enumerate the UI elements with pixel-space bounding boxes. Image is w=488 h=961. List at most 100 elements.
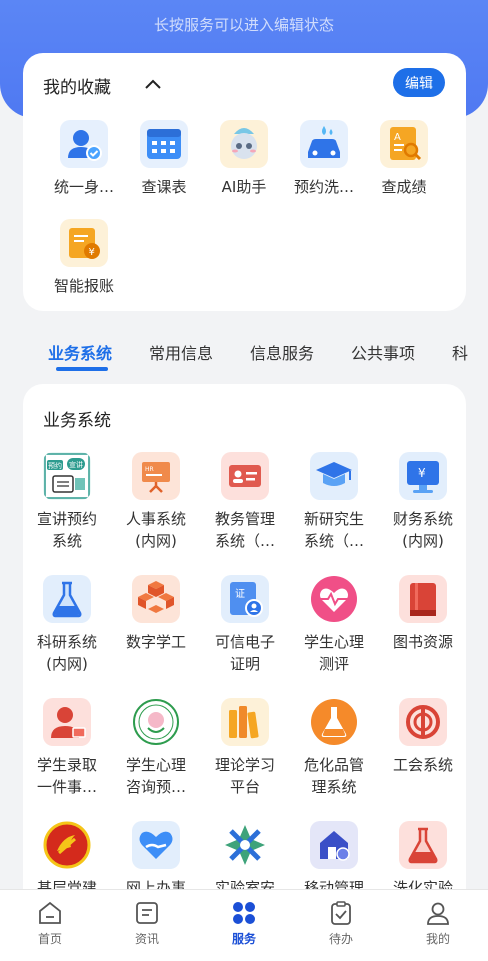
service-item[interactable]: 网上办事 — [116, 821, 196, 899]
service-item[interactable]: 新研究生 系统（… — [294, 452, 374, 552]
nav-label: 待办 — [328, 932, 353, 946]
calendar-grid-icon — [140, 120, 188, 168]
test-flask-icon — [399, 821, 447, 869]
favorite-label: 预约洗… — [293, 178, 354, 196]
home-icon — [39, 901, 61, 924]
nav-todo[interactable]: 待办 — [311, 900, 371, 947]
service-label: 图书资源 — [392, 633, 453, 651]
service-label: 财务系统 (内网) — [392, 510, 453, 550]
union-emblem-icon — [399, 698, 447, 746]
hr-board-icon: HR — [132, 452, 180, 500]
party-emblem-icon — [43, 821, 91, 869]
nav-label: 资讯 — [134, 932, 159, 946]
favorite-label: AI助手 — [221, 178, 267, 196]
service-item[interactable]: 实验室安 — [205, 821, 285, 899]
service-item[interactable]: 数字学工 — [116, 575, 196, 653]
lab-safety-icon — [221, 821, 269, 869]
service-item[interactable]: 危化品管 理系统 — [294, 698, 374, 798]
svg-text:预约: 预约 — [48, 461, 62, 470]
service-label: 理论学习 平台 — [214, 756, 275, 796]
service-label: 数字学工 — [125, 633, 186, 651]
svg-text:¥: ¥ — [89, 247, 95, 258]
tab-public-affairs[interactable]: 公共事项 — [351, 340, 415, 364]
favorite-label: 智能报账 — [53, 277, 114, 295]
service-item[interactable]: 科研系统 (内网) — [27, 575, 107, 675]
svg-text:HR: HR — [145, 466, 154, 473]
service-item[interactable]: 预约 宣讲 宣讲预约 系统 — [27, 452, 107, 552]
service-label: 教务管理 系统（… — [214, 510, 275, 550]
nav-services[interactable]: 服务 — [214, 900, 274, 947]
svg-text:¥: ¥ — [418, 466, 426, 480]
favorite-label: 统一身… — [53, 178, 114, 196]
bookshelf-icon — [221, 698, 269, 746]
nav-label: 服务 — [231, 932, 256, 946]
favorites-card: 我的收藏 编辑 统一身… 查课表 AI助手 预约洗… A 查成绩 ¥ 智能报账 — [23, 53, 466, 311]
nav-label: 我的 — [425, 932, 450, 946]
service-label: 科研系统 (内网) — [36, 633, 97, 673]
tab-info-services[interactable]: 信息服务 — [250, 340, 314, 364]
certificate-icon: 证 — [221, 575, 269, 623]
active-tab-indicator — [56, 367, 108, 371]
finance-monitor-icon: ¥ — [399, 452, 447, 500]
service-label: 学生心理 咨询预… — [125, 756, 186, 796]
favorite-item[interactable]: AI助手 — [204, 120, 284, 198]
favorite-label: 查成绩 — [381, 178, 427, 196]
svg-text:宣讲: 宣讲 — [69, 460, 83, 469]
svg-text:证: 证 — [235, 588, 245, 600]
book-icon — [399, 575, 447, 623]
nav-label: 首页 — [37, 932, 62, 946]
id-card-icon — [221, 452, 269, 500]
service-label: 可信电子 证明 — [214, 633, 275, 673]
reimburse-icon: ¥ — [60, 219, 108, 267]
service-item[interactable]: 学生心理 测评 — [294, 575, 374, 675]
favorite-item[interactable]: ¥ 智能报账 — [44, 219, 124, 297]
service-item[interactable]: 证 可信电子 证明 — [205, 575, 285, 675]
service-label: 宣讲预约 系统 — [36, 510, 97, 550]
favorite-item[interactable]: 统一身… — [44, 120, 124, 198]
service-item[interactable]: HR 人事系统 (内网) — [116, 452, 196, 552]
service-item[interactable]: 工会系统 — [383, 698, 463, 776]
nav-profile[interactable]: 我的 — [408, 900, 468, 947]
tab-research[interactable]: 科 — [452, 340, 468, 364]
news-icon — [136, 902, 158, 924]
service-item[interactable]: ¥ 财务系统 (内网) — [383, 452, 463, 552]
favorites-title: 我的收藏 — [43, 78, 111, 98]
edit-button[interactable]: 编辑 — [393, 68, 445, 97]
nav-news[interactable]: 资讯 — [117, 900, 177, 947]
service-item[interactable]: 基层党建 — [27, 821, 107, 899]
category-tabs: 业务系统 常用信息 信息服务 公共事项 科 — [0, 336, 488, 376]
chemical-flask-icon — [310, 698, 358, 746]
service-item[interactable]: 教务管理 系统（… — [205, 452, 285, 552]
service-item[interactable]: 学生录取 一件事… — [27, 698, 107, 798]
service-item[interactable]: 图书资源 — [383, 575, 463, 653]
chevron-up-icon[interactable] — [143, 76, 163, 92]
business-systems-card: 业务系统 预约 宣讲 宣讲预约 系统 HR 人事系统 (内网) 教务管理 系统（… 新研… — [23, 384, 466, 904]
todo-clipboard-icon — [331, 901, 351, 925]
tab-business-systems[interactable]: 业务系统 — [48, 340, 112, 364]
flask-icon — [43, 575, 91, 623]
favorite-item[interactable]: 预约洗… — [284, 120, 364, 198]
service-item[interactable]: 移动管理 — [294, 821, 374, 899]
student-admission-icon — [43, 698, 91, 746]
graduate-cap-icon — [310, 452, 358, 500]
counseling-seal-icon — [132, 698, 180, 746]
user-check-icon — [60, 120, 108, 168]
section-title: 业务系统 — [43, 411, 111, 431]
nav-home[interactable]: 首页 — [20, 900, 80, 947]
profile-icon — [427, 902, 449, 925]
edit-hint-text: 长按服务可以进入编辑状态 — [153, 16, 334, 34]
service-item[interactable]: 洗化实验 — [383, 821, 463, 899]
service-item[interactable]: 理论学习 平台 — [205, 698, 285, 798]
cubes-icon — [132, 575, 180, 623]
services-grid-icon — [233, 902, 255, 924]
lecture-booking-icon: 预约 宣讲 — [43, 452, 91, 500]
service-item[interactable]: 学生心理 咨询预… — [116, 698, 196, 798]
tab-common-info[interactable]: 常用信息 — [149, 340, 213, 364]
heart-pulse-icon — [310, 575, 358, 623]
favorite-item[interactable]: A 查成绩 — [364, 120, 444, 198]
service-label: 新研究生 系统（… — [303, 510, 364, 550]
favorite-item[interactable]: 查课表 — [124, 120, 204, 198]
service-label: 学生心理 测评 — [303, 633, 364, 673]
grade-search-icon: A — [380, 120, 428, 168]
bottom-nav: 首页 资讯 服务 待办 我的 — [0, 889, 488, 961]
